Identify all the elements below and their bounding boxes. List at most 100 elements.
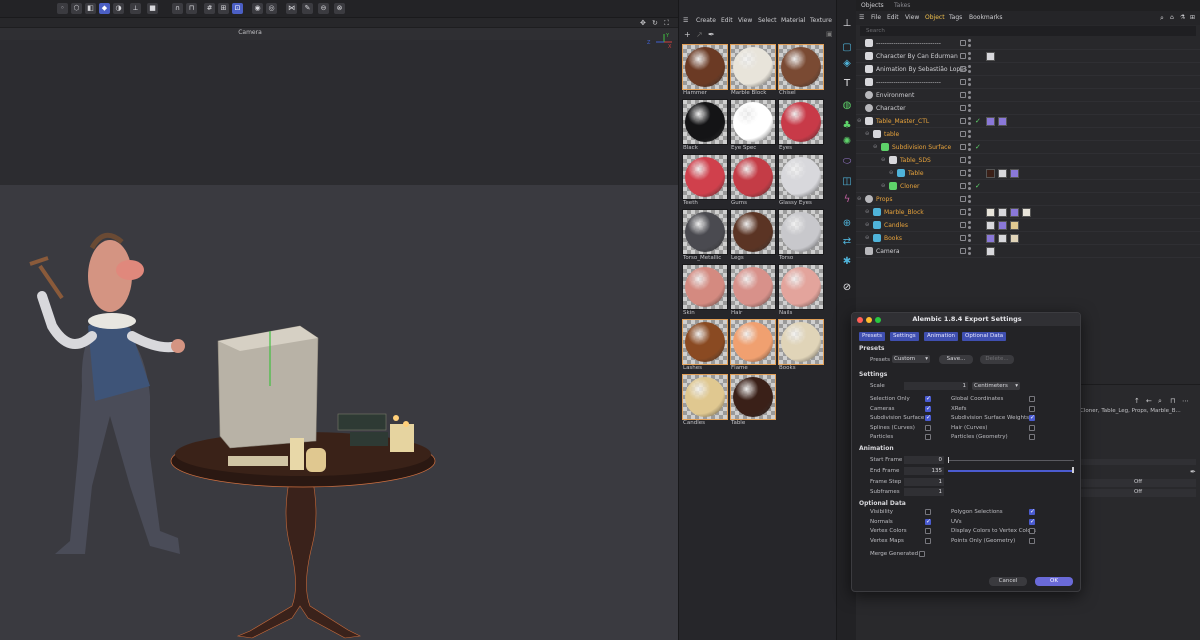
material-swatch[interactable]: Eyes (778, 99, 824, 155)
material-preview[interactable] (730, 44, 776, 90)
tab-takes[interactable]: Takes (894, 2, 910, 9)
layer-icon[interactable] (960, 157, 966, 163)
object-row[interactable]: Environment (856, 89, 1200, 102)
expand-toggle-icon[interactable]: ⊖ (857, 118, 861, 124)
zoom-window-icon[interactable] (875, 317, 881, 323)
visibility-dot-icon[interactable] (968, 70, 971, 73)
end-frame-slider-handle[interactable] (1072, 467, 1074, 473)
expand-toggle-icon[interactable]: ⊖ (865, 131, 869, 137)
merge-generated-checkbox[interactable] (919, 551, 925, 557)
visibility-flags[interactable] (960, 104, 974, 113)
material-tag-icon[interactable] (986, 247, 995, 256)
attribute-off-field[interactable]: Off (1080, 489, 1196, 497)
visibility-dot-icon[interactable] (968, 221, 971, 224)
object-row[interactable]: ⊖ Table_SDS (856, 154, 1200, 167)
object-row[interactable]: ⊖ Subdivision Surface ✓ (856, 141, 1200, 154)
material-swatch[interactable]: Black (682, 99, 728, 155)
material-swatch[interactable]: Nails (778, 264, 824, 320)
visibility-flags[interactable] (960, 39, 974, 48)
expand-toggle-icon[interactable]: ⊖ (865, 235, 869, 241)
visibility-flags[interactable] (960, 91, 974, 100)
lock-icon[interactable]: ⊓ (186, 3, 197, 14)
material-tag-icon[interactable] (986, 234, 995, 243)
end-frame-input[interactable]: 135 (904, 467, 944, 475)
arrow-icon[interactable]: ↗ (696, 30, 703, 39)
material-swatch[interactable]: Hair (730, 264, 776, 320)
menu-edit[interactable]: Edit (887, 14, 899, 21)
material-tag-icon[interactable] (998, 221, 1007, 230)
snap-grid-icon[interactable]: # (204, 3, 215, 14)
material-swatch[interactable]: Lashes (682, 319, 728, 375)
visibility-dot-icon[interactable] (968, 91, 971, 94)
environment-icon[interactable]: ⊕ (841, 218, 853, 230)
material-tag-icon[interactable] (1010, 208, 1019, 217)
visibility-flags[interactable] (960, 169, 974, 178)
menu-view[interactable]: View (905, 14, 919, 21)
generator-icon[interactable]: ◍ (841, 100, 853, 112)
option-checkbox[interactable] (1029, 528, 1035, 535)
layer-icon[interactable] (960, 222, 966, 228)
material-swatch[interactable]: Marble Block (730, 44, 776, 100)
material-tag-icon[interactable] (986, 52, 995, 61)
material-tag-icon[interactable] (986, 208, 995, 217)
visibility-dot-icon[interactable] (968, 161, 971, 164)
material-tag-icon[interactable] (998, 169, 1007, 178)
minimize-window-icon[interactable] (866, 317, 872, 323)
scene-render[interactable] (0, 186, 678, 640)
scale-unit-select[interactable]: Centimeters ▾ (972, 382, 1020, 390)
option-checkbox[interactable] (1029, 424, 1035, 431)
option-checkbox[interactable] (925, 395, 931, 402)
visibility-dot-icon[interactable] (968, 226, 971, 229)
layer-icon[interactable]: ⊗ (334, 3, 345, 14)
dialog-tab-animation[interactable]: Animation (924, 332, 959, 341)
visibility-flags[interactable] (960, 130, 974, 139)
render-icon[interactable]: ◎ (266, 3, 277, 14)
presets-select[interactable]: Custom ▾ (892, 355, 930, 363)
end-frame-slider[interactable] (948, 470, 1072, 472)
visibility-dot-icon[interactable] (968, 187, 971, 190)
visibility-dot-icon[interactable] (968, 39, 971, 42)
attribute-off-field[interactable]: Off (1080, 479, 1196, 487)
menu-tags[interactable]: Tags (949, 14, 962, 21)
field-icon[interactable]: ◫ (841, 176, 853, 188)
close-window-icon[interactable] (857, 317, 863, 323)
render-view-icon[interactable]: ◉ (252, 3, 263, 14)
option-checkbox[interactable] (925, 518, 931, 525)
option-checkbox[interactable] (925, 405, 931, 412)
save-preset-button[interactable]: Save... (939, 355, 973, 364)
material-swatch[interactable]: Glassy Eyes (778, 154, 824, 210)
option-checkbox[interactable] (1029, 434, 1035, 441)
material-swatch[interactable]: Candles (682, 374, 728, 430)
visibility-dot-icon[interactable] (968, 130, 971, 133)
menu-object[interactable]: Object (925, 14, 945, 21)
option-checkbox[interactable] (925, 414, 931, 422)
material-preview[interactable] (730, 154, 776, 200)
visibility-flags[interactable] (960, 221, 974, 230)
layer-icon[interactable] (960, 79, 966, 85)
cancel-button[interactable]: Cancel (989, 577, 1027, 586)
visibility-flags[interactable] (960, 52, 974, 61)
material-swatch[interactable]: Chisel (778, 44, 824, 100)
visibility-dot-icon[interactable] (968, 122, 971, 125)
layer-icon[interactable] (960, 92, 966, 98)
menu-texture[interactable]: Texture (810, 17, 832, 24)
sculpt-icon[interactable]: ✎ (302, 3, 313, 14)
option-checkbox[interactable] (925, 434, 931, 441)
menu-edit[interactable]: Edit (721, 17, 733, 24)
hamburger-icon[interactable]: ☰ (859, 14, 864, 21)
visibility-flags[interactable] (960, 156, 974, 165)
add-object-icon[interactable]: ⊞ (1190, 14, 1195, 21)
start-frame-slider[interactable] (948, 460, 1074, 461)
material-tag-icon[interactable] (998, 117, 1007, 126)
home-icon[interactable]: ⌂ (1170, 14, 1174, 21)
move-view-icon[interactable]: ✥ (640, 19, 646, 27)
menu-create[interactable]: Create (696, 17, 716, 24)
layer-icon[interactable] (960, 209, 966, 215)
material-preview[interactable] (682, 99, 728, 145)
start-frame-slider-handle[interactable] (948, 457, 949, 463)
material-tag-icon[interactable] (998, 234, 1007, 243)
visibility-dot-icon[interactable] (968, 200, 971, 203)
material-tag-icon[interactable] (986, 221, 995, 230)
material-tag-icon[interactable] (1010, 234, 1019, 243)
enabled-check-icon[interactable]: ✓ (975, 117, 981, 125)
